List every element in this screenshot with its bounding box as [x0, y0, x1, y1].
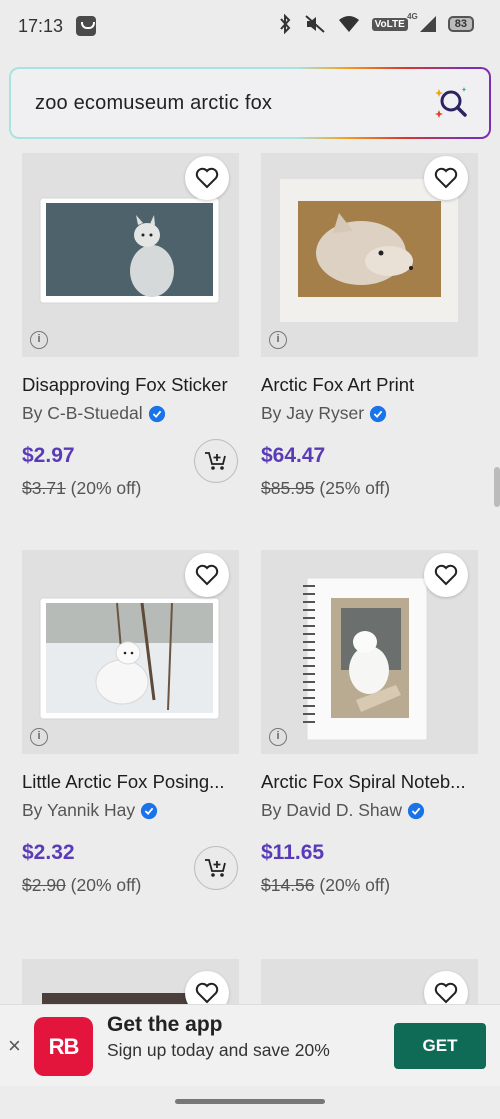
original-price: $85.95	[261, 478, 315, 498]
product-card[interactable]	[22, 959, 239, 1005]
banner-title: Get the app	[107, 1013, 223, 1036]
status-bar: 17:13 VoLTE 4G 83	[0, 0, 500, 52]
search-input[interactable]: zoo ecomuseum arctic fox	[35, 92, 272, 115]
heart-icon	[195, 982, 219, 1004]
heart-icon	[434, 982, 458, 1004]
home-gesture-handle[interactable]	[175, 1099, 325, 1104]
redbubble-logo: RB	[34, 1017, 93, 1076]
product-card[interactable]: i Arctic Fox Art Print By Jay Ryser $64.…	[261, 153, 478, 499]
add-to-cart-button[interactable]	[194, 846, 238, 890]
navigation-bar	[0, 1086, 500, 1119]
product-image[interactable]: i	[22, 153, 239, 357]
app-notification-icon	[76, 16, 96, 36]
status-time: 17:13	[18, 16, 64, 36]
ai-search-icon[interactable]	[431, 83, 471, 123]
bluetooth-icon	[279, 14, 290, 34]
favorite-button[interactable]	[185, 156, 229, 200]
heart-icon	[195, 564, 219, 586]
product-title[interactable]: Disapproving Fox Sticker	[22, 374, 239, 396]
discount-label: (20% off)	[319, 875, 391, 895]
artist-label: By Yannik Hay	[22, 800, 136, 820]
mute-icon	[304, 15, 325, 33]
signal-icon	[419, 16, 436, 32]
add-to-cart-icon	[205, 452, 226, 470]
favorite-button[interactable]	[424, 971, 468, 1005]
network-type: 4G	[407, 11, 418, 21]
volte-badge: VoLTE 4G	[371, 12, 418, 31]
verified-badge-icon	[148, 405, 165, 422]
product-title[interactable]: Arctic Fox Spiral Noteb...	[261, 771, 478, 793]
favorite-button[interactable]	[424, 156, 468, 200]
banner-subtitle: Sign up today and save 20%	[107, 1040, 330, 1060]
original-price: $3.71	[22, 478, 66, 498]
search-bar[interactable]: zoo ecomuseum arctic fox	[9, 67, 491, 139]
info-icon[interactable]: i	[30, 728, 48, 746]
original-price-row: $85.95 (25% off)	[261, 478, 478, 499]
scrollbar-thumb[interactable]	[494, 467, 500, 507]
battery-icon: 83	[447, 16, 474, 32]
product-card[interactable]: i Little Arctic Fox Posing... By Yannik …	[22, 550, 239, 896]
product-card[interactable]: i Arctic Fox Spiral Noteb... By David D.…	[261, 550, 478, 896]
discount-label: (20% off)	[70, 875, 142, 895]
discount-label: (25% off)	[319, 478, 391, 498]
heart-icon	[195, 167, 219, 189]
artist-name[interactable]: By Jay Ryser	[261, 403, 478, 424]
get-app-button[interactable]: GET	[394, 1023, 486, 1069]
product-image[interactable]	[22, 959, 239, 1005]
product-image[interactable]: i	[261, 550, 478, 754]
info-icon[interactable]: i	[30, 331, 48, 349]
heart-icon	[434, 564, 458, 586]
info-icon[interactable]: i	[269, 331, 287, 349]
discount-label: (20% off)	[70, 478, 142, 498]
artist-label: By David D. Shaw	[261, 800, 403, 820]
original-price: $14.56	[261, 875, 315, 895]
product-price: $64.47	[261, 444, 326, 467]
add-to-cart-button[interactable]	[194, 439, 238, 483]
product-title[interactable]: Little Arctic Fox Posing...	[22, 771, 239, 793]
artist-label: By Jay Ryser	[261, 403, 365, 423]
verified-badge-icon	[407, 802, 425, 819]
wifi-icon	[338, 16, 359, 32]
add-to-cart-icon	[205, 859, 226, 877]
product-price: $11.65	[261, 841, 325, 864]
product-image[interactable]	[261, 959, 478, 1005]
verified-badge-icon	[141, 802, 158, 819]
product-image[interactable]: i	[22, 550, 239, 754]
get-app-banner: × RB Get the app Sign up today and save …	[0, 1004, 500, 1086]
heart-icon	[434, 167, 458, 189]
original-price: $2.90	[22, 875, 66, 895]
artist-name[interactable]: By David D. Shaw	[261, 800, 478, 821]
original-price-row: $14.56 (20% off)	[261, 875, 478, 896]
favorite-button[interactable]	[424, 553, 468, 597]
status-icons: VoLTE 4G 83	[278, 12, 474, 34]
artist-name[interactable]: By Yannik Hay	[22, 800, 239, 821]
product-card[interactable]: i Disapproving Fox Sticker By C-B-Stueda…	[22, 153, 239, 499]
product-image[interactable]: i	[261, 153, 478, 357]
product-card[interactable]	[261, 959, 478, 1005]
favorite-button[interactable]	[185, 553, 229, 597]
info-icon[interactable]: i	[269, 728, 287, 746]
product-title[interactable]: Arctic Fox Art Print	[261, 374, 478, 396]
verified-badge-icon	[369, 405, 387, 422]
artist-name[interactable]: By C-B-Stuedal	[22, 403, 239, 424]
artist-label: By C-B-Stuedal	[22, 403, 143, 423]
close-banner-button[interactable]: ×	[8, 1033, 21, 1059]
